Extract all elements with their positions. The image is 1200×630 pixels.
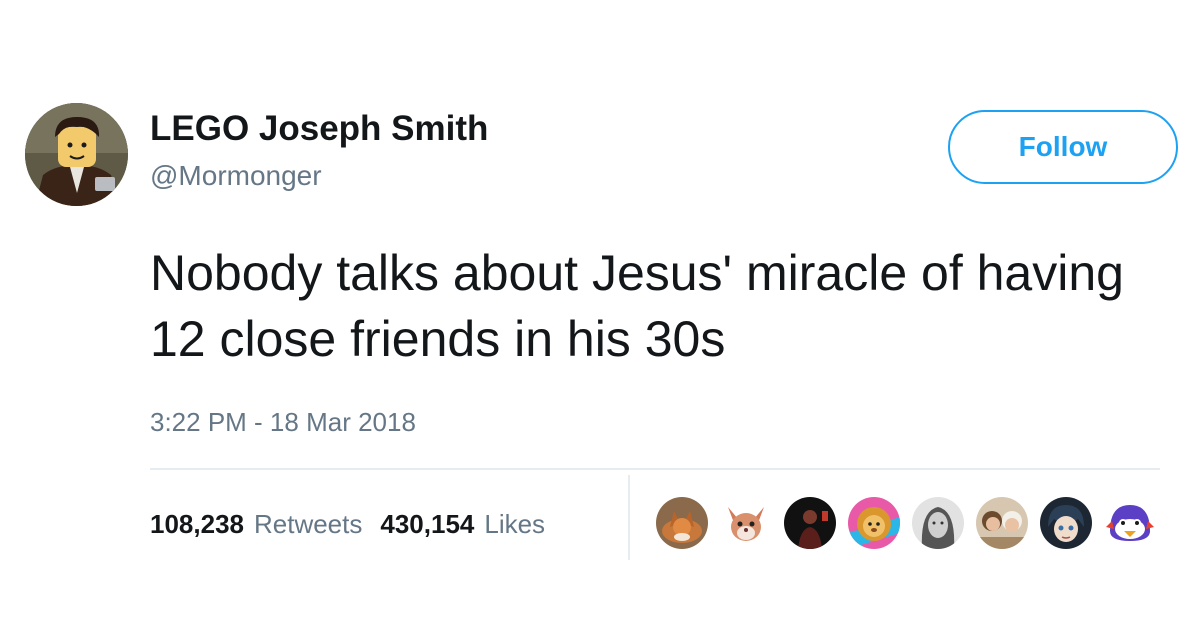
tweet-stats: 108,238 Retweets 430,154 Likes — [150, 502, 563, 546]
likes-label: Likes — [484, 508, 546, 539]
stats-vertical-divider — [628, 475, 630, 560]
retweets-label: Retweets — [253, 508, 363, 539]
author-display-name[interactable]: LEGO Joseph Smith — [150, 106, 488, 152]
grayscale-portrait-avatar-icon — [912, 497, 964, 549]
likes-stat[interactable]: 430,154 Likes — [380, 509, 545, 540]
tweet-text: Nobody talks about Jesus' miracle of hav… — [150, 245, 1124, 367]
liker-avatar[interactable] — [848, 497, 900, 549]
cartoon-lion-avatar-icon — [848, 497, 900, 549]
lego-minifigure-avatar-icon — [25, 103, 128, 206]
author-avatar[interactable] — [25, 103, 128, 206]
fox-avatar-icon — [656, 497, 708, 549]
follow-button[interactable]: Follow — [948, 110, 1178, 184]
author-handle[interactable]: @Mormonger — [150, 158, 322, 194]
liker-avatar[interactable] — [976, 497, 1028, 549]
retweets-stat[interactable]: 108,238 Retweets — [150, 509, 362, 540]
liker-avatars — [656, 497, 1168, 551]
likes-count: 430,154 — [380, 508, 475, 539]
anime-character-avatar-icon — [1040, 497, 1092, 549]
cartoon-cat-avatar-icon — [720, 497, 772, 549]
liker-avatar[interactable] — [656, 497, 708, 549]
liker-avatar[interactable] — [720, 497, 772, 549]
liker-avatar[interactable] — [784, 497, 836, 549]
liker-avatar[interactable] — [1040, 497, 1092, 549]
penguin-avatar-icon — [1104, 497, 1156, 549]
liker-avatar[interactable] — [1104, 497, 1156, 549]
stats-top-divider — [150, 468, 1160, 470]
retweets-count: 108,238 — [150, 508, 244, 539]
liker-avatar[interactable] — [912, 497, 964, 549]
selfie-avatar-icon — [976, 497, 1028, 549]
dark-photo-avatar-icon — [784, 497, 836, 549]
tweet-timestamp[interactable]: 3:22 PM - 18 Mar 2018 — [150, 404, 416, 440]
